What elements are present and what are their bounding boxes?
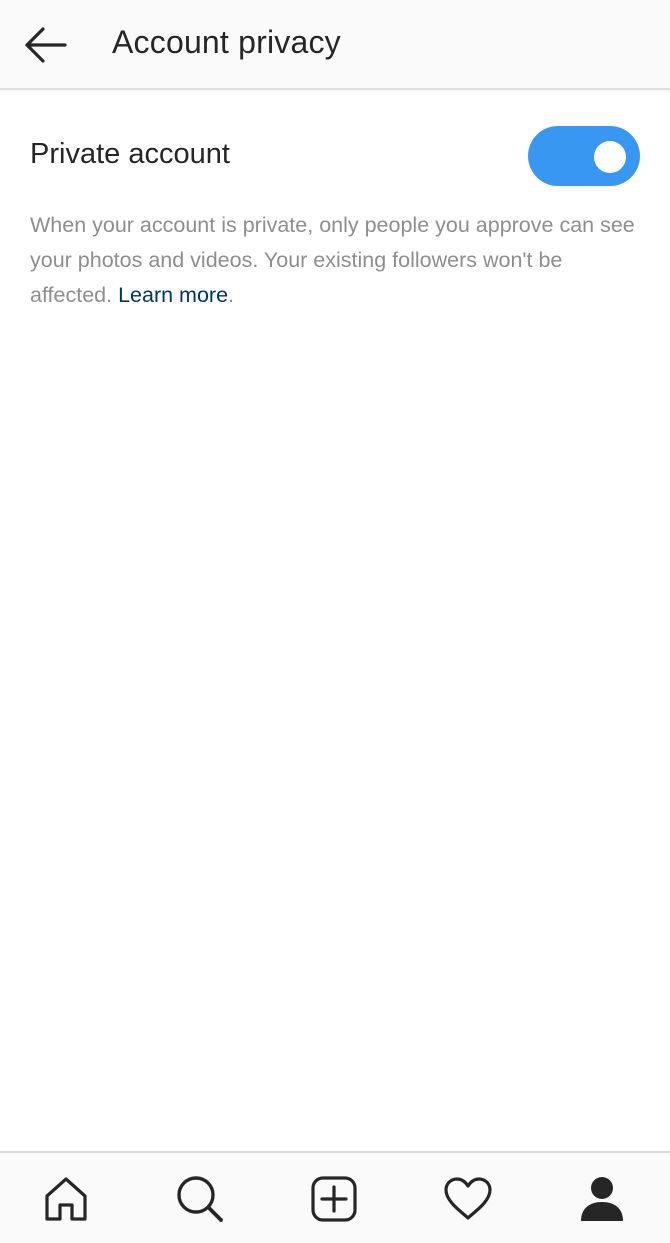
search-icon	[177, 1176, 223, 1222]
heart-icon	[444, 1177, 492, 1220]
description-period: .	[228, 283, 235, 307]
toggle-knob	[594, 141, 626, 173]
new-post-icon	[311, 1176, 357, 1222]
profile-icon	[581, 1177, 623, 1221]
nav-home[interactable]	[34, 1169, 98, 1229]
nav-profile[interactable]	[570, 1169, 634, 1229]
private-account-toggle[interactable]	[528, 126, 640, 186]
nav-activity[interactable]	[436, 1169, 500, 1229]
bottom-nav	[0, 1151, 670, 1243]
private-account-row: Private account	[30, 124, 642, 188]
home-icon	[45, 1177, 87, 1221]
page-title: Account privacy	[112, 24, 341, 60]
arrow-left-icon	[25, 27, 67, 63]
account-privacy-screen: Account privacy Private account When you…	[0, 0, 670, 1243]
privacy-description: When your account is private, only peopl…	[30, 208, 642, 313]
nav-new-post[interactable]	[302, 1169, 366, 1229]
learn-more-link[interactable]: Learn more	[118, 283, 228, 307]
private-account-label: Private account	[30, 138, 230, 170]
nav-search[interactable]	[168, 1169, 232, 1229]
back-button[interactable]	[14, 18, 76, 72]
top-bar: Account privacy	[0, 0, 670, 90]
